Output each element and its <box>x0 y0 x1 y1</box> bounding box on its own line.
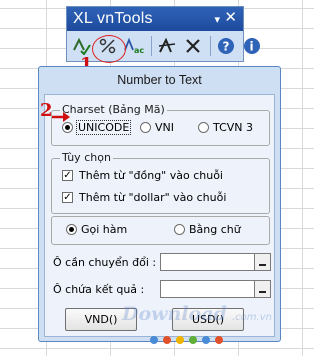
toolbar-separator <box>151 36 152 56</box>
options-group: Tùy chọn ✓ Thêm từ "đồng" vào chuỗi ✓ Th… <box>51 151 270 214</box>
collapse-icon <box>259 290 266 293</box>
radio-icon <box>174 224 185 235</box>
dot-decoration <box>150 336 158 344</box>
toolbar-title: XL vnTools <box>73 10 153 27</box>
dot-decoration <box>163 336 171 344</box>
checkbox-icon: ✓ <box>62 170 73 181</box>
mode-option-call-function[interactable]: Gọi hàm <box>66 223 127 236</box>
watermark: Download <box>122 303 227 325</box>
step-annotation-2: 2 <box>40 100 53 121</box>
dot-decoration <box>176 336 184 344</box>
option-label: Thêm từ "đồng" vào chuỗi <box>79 169 223 182</box>
option-label: Thêm từ "dollar" vào chuỗi <box>79 191 227 204</box>
watermark-suffix: .com.vn <box>232 312 272 323</box>
watermark-dots <box>150 336 228 344</box>
option-add-dong[interactable]: ✓ Thêm từ "đồng" vào chuỗi <box>62 169 223 182</box>
radio-icon <box>66 224 77 235</box>
collapse-icon <box>259 263 266 266</box>
charset-option-vni[interactable]: VNI <box>140 121 174 134</box>
dot-decoration <box>215 336 223 344</box>
charset-option-label: TCVN 3 <box>213 121 254 134</box>
charset-group: Charset (Bảng Mã) UNICODE VNI TCVN 3 <box>51 103 270 146</box>
svg-text:ac: ac <box>134 46 144 55</box>
charset-option-tcvn3[interactable]: TCVN 3 <box>198 121 253 134</box>
charset-option-unicode[interactable]: UNICODE <box>62 120 132 135</box>
dialog-title: Number to Text <box>117 73 202 87</box>
xl-vntools-toolbar: XL vnTools ▾ ✕ ac ? i <box>66 6 260 63</box>
source-cell-label: Ô cần chuyển đổi : <box>53 256 157 269</box>
result-cell-input[interactable] <box>160 280 255 298</box>
toolbar-options-icon[interactable]: ▾ <box>214 13 220 27</box>
help-icon[interactable]: ? <box>214 35 238 57</box>
dot-decoration <box>202 336 210 344</box>
svg-text:?: ? <box>223 40 230 54</box>
dialog-body: Charset (Bảng Mã) UNICODE VNI TCVN 3 Tùy… <box>44 94 275 337</box>
delete-icon[interactable] <box>181 35 205 57</box>
arrow-icon <box>52 112 70 122</box>
radio-icon <box>198 122 209 133</box>
options-group-label: Tùy chọn <box>60 151 113 164</box>
charset-group-label: Charset (Bảng Mã) <box>60 103 167 116</box>
charset-option-label: VNI <box>155 121 174 134</box>
result-cell-label: Ô chứa kết quả : <box>53 283 145 296</box>
mode-option-in-words[interactable]: Bằng chữ <box>174 223 241 236</box>
mode-option-label: Bằng chữ <box>189 223 241 236</box>
charset-option-label: UNICODE <box>75 120 132 135</box>
number-to-text-dialog: Number to Text Charset (Bảng Mã) UNICODE… <box>38 66 281 342</box>
dot-decoration <box>189 336 197 344</box>
toolbar-close-icon[interactable]: ✕ <box>224 10 237 25</box>
source-cell-picker-button[interactable] <box>254 253 271 271</box>
checkbox-icon: ✓ <box>62 192 73 203</box>
mode-option-label: Gọi hàm <box>81 223 128 236</box>
source-cell-input[interactable] <box>160 253 255 271</box>
mode-group: Gọi hàm Bằng chữ <box>51 216 270 245</box>
text-format-icon[interactable] <box>155 35 179 57</box>
toolbar-separator <box>210 36 211 56</box>
radio-icon <box>140 122 151 133</box>
highlight-circle <box>92 35 126 63</box>
svg-text:i: i <box>250 40 254 54</box>
info-icon[interactable]: i <box>240 35 264 57</box>
result-cell-picker-button[interactable] <box>254 280 271 298</box>
option-add-dollar[interactable]: ✓ Thêm từ "dollar" vào chuỗi <box>62 191 226 204</box>
